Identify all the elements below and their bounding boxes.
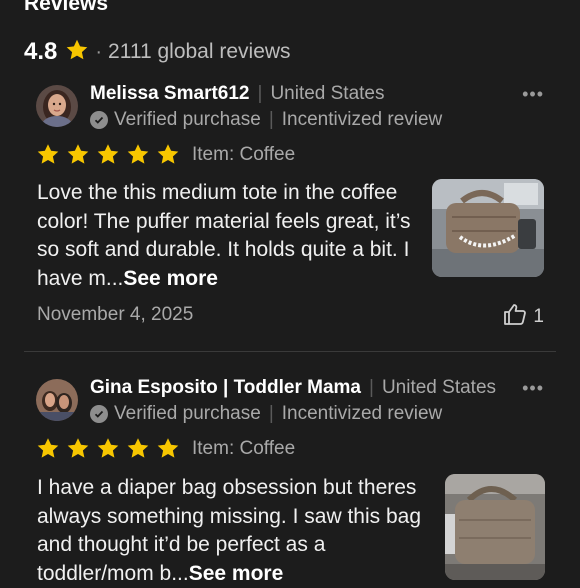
verified-purchase-label: Verified purchase xyxy=(114,403,261,424)
separator: | xyxy=(268,109,274,130)
item-variant: Item: Coffee xyxy=(192,437,296,459)
incentivized-label: Incentivized review xyxy=(281,109,443,130)
verified-check-icon xyxy=(90,405,108,423)
avatar[interactable] xyxy=(36,379,78,421)
review-photo[interactable] xyxy=(445,474,545,580)
review-photo[interactable] xyxy=(432,179,544,277)
see-more-link[interactable]: See more xyxy=(189,562,284,585)
more-options-icon[interactable]: ••• xyxy=(522,84,544,105)
star-icon xyxy=(67,438,89,458)
review-text: I have a diaper bag obsession but theres… xyxy=(37,474,422,588)
reviewer-row: Melissa Smart612 | United States xyxy=(90,83,560,105)
more-options-icon[interactable]: ••• xyxy=(522,378,544,399)
star-icon xyxy=(157,438,179,458)
dot-separator: · xyxy=(95,40,103,63)
item-variant: Item: Coffee xyxy=(192,143,296,165)
see-more-link[interactable]: See more xyxy=(123,267,218,290)
star-rating: Item: Coffee xyxy=(36,143,295,166)
star-icon xyxy=(37,438,59,458)
stars-group xyxy=(36,143,186,166)
star-icon xyxy=(157,144,179,164)
review-body: Love the this medium tote in the coffee … xyxy=(37,181,411,290)
reviewer-name[interactable]: Melissa Smart612 xyxy=(90,83,250,105)
separator: | xyxy=(268,403,274,424)
reviewer-row: Gina Esposito | Toddler Mama | United St… xyxy=(90,377,560,399)
review-text: Love the this medium tote in the coffee … xyxy=(37,179,422,293)
reviews-heading: Reviews xyxy=(24,0,109,15)
star-icon xyxy=(97,144,119,164)
star-rating: Item: Coffee xyxy=(36,437,295,460)
star-icon xyxy=(67,144,89,164)
helpful-count: 1 xyxy=(533,306,544,327)
star-icon xyxy=(97,438,119,458)
rating-summary: 4.8 · 2111 global reviews xyxy=(24,36,291,68)
incentivized-label: Incentivized review xyxy=(281,403,443,424)
reviewer-country: United States xyxy=(381,377,497,398)
star-icon xyxy=(37,144,59,164)
average-rating: 4.8 xyxy=(24,38,58,65)
purchase-meta: Verified purchase | Incentivized review xyxy=(90,403,442,425)
reviewer-name[interactable]: Gina Esposito | Toddler Mama xyxy=(90,377,361,399)
star-icon xyxy=(127,144,149,164)
separator: | xyxy=(369,377,374,398)
reviewer-country: United States xyxy=(270,83,385,104)
star-icon xyxy=(127,438,149,458)
helpful-button[interactable]: 1 xyxy=(503,303,544,331)
star-icon xyxy=(65,38,89,67)
verified-check-icon xyxy=(90,111,108,129)
review-divider xyxy=(24,351,556,352)
stars-group xyxy=(36,437,186,460)
purchase-meta: Verified purchase | Incentivized review xyxy=(90,109,442,131)
separator: | xyxy=(257,83,263,104)
verified-purchase-label: Verified purchase xyxy=(114,109,261,130)
avatar[interactable] xyxy=(36,85,78,127)
global-review-count[interactable]: 2111 global reviews xyxy=(108,40,291,64)
thumbs-up-icon xyxy=(503,303,533,331)
review-date: November 4, 2025 xyxy=(37,304,194,325)
